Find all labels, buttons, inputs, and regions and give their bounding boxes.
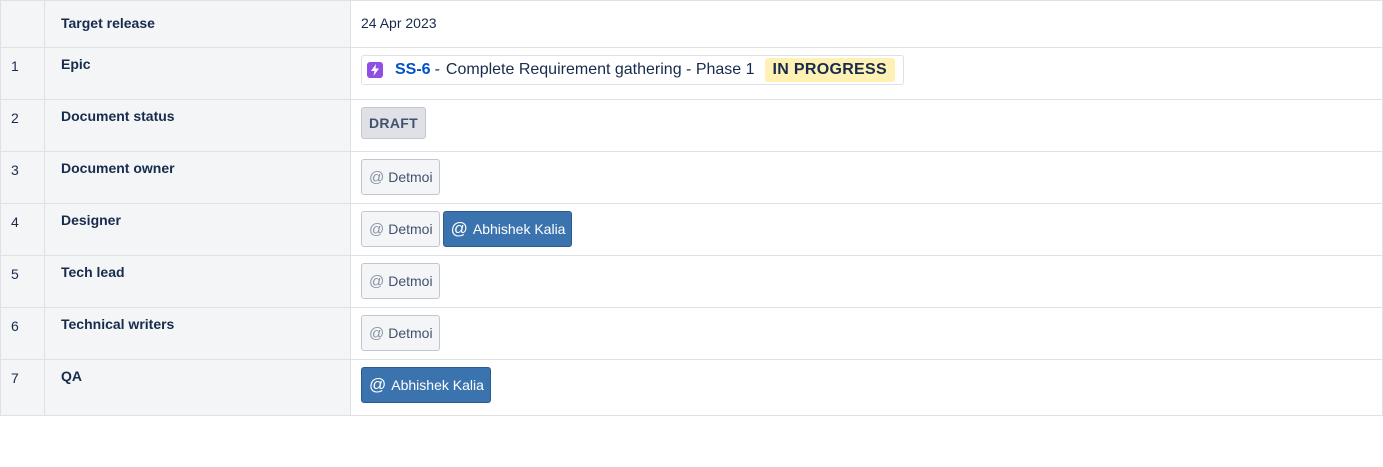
row-key-qa: QA bbox=[44, 359, 351, 416]
table-row-qa: 7 QA @ Abhishek Kalia bbox=[0, 359, 1383, 416]
row-key-tech-lead: Tech lead bbox=[44, 255, 351, 308]
lightning-icon bbox=[367, 62, 383, 78]
row-number: 1 bbox=[0, 47, 45, 100]
user-mention-abhishek-kalia[interactable]: @ Abhishek Kalia bbox=[442, 211, 573, 247]
table-row-document-owner: 3 Document owner @ Detmoi bbox=[0, 151, 1383, 204]
mention-name: Abhishek Kalia bbox=[472, 221, 566, 237]
at-icon: @ bbox=[369, 272, 385, 290]
table-row-technical-writers: 6 Technical writers @ Detmoi bbox=[0, 307, 1383, 360]
at-icon: @ bbox=[369, 324, 385, 342]
mention-name: Detmoi bbox=[388, 169, 433, 185]
user-mention-detmoi[interactable]: @ Detmoi bbox=[361, 263, 440, 299]
row-key-target-release: Target release bbox=[44, 0, 351, 48]
table-row-designer: 4 Designer @ Detmoi @ Abhishek Kalia bbox=[0, 203, 1383, 256]
row-number: 4 bbox=[0, 203, 45, 256]
tech-lead-cell: @ Detmoi bbox=[350, 255, 1383, 308]
document-owner-cell: @ Detmoi bbox=[350, 151, 1383, 204]
table-row-epic: 1 Epic SS-6 - Complete Requirement gathe… bbox=[0, 47, 1383, 100]
mention-name: Abhishek Kalia bbox=[391, 377, 484, 393]
at-icon: @ bbox=[369, 168, 385, 186]
table-row-document-status: 2 Document status DRAFT bbox=[0, 99, 1383, 152]
mention-name: Detmoi bbox=[388, 273, 433, 289]
epic-value-cell: SS-6 - Complete Requirement gathering - … bbox=[350, 47, 1383, 100]
user-mention-detmoi[interactable]: @ Detmoi bbox=[361, 315, 440, 351]
user-mention-detmoi[interactable]: @ Detmoi bbox=[361, 211, 440, 247]
technical-writers-cell: @ Detmoi bbox=[350, 307, 1383, 360]
jira-epic-macro[interactable]: SS-6 - Complete Requirement gathering - … bbox=[361, 55, 904, 85]
row-key-technical-writers: Technical writers bbox=[44, 307, 351, 360]
designer-cell: @ Detmoi @ Abhishek Kalia bbox=[350, 203, 1383, 256]
epic-separator: - bbox=[434, 61, 440, 78]
row-number: 2 bbox=[0, 99, 45, 152]
mention-name: Detmoi bbox=[388, 221, 433, 237]
qa-cell: @ Abhishek Kalia bbox=[350, 359, 1383, 416]
epic-summary: Complete Requirement gathering - Phase 1 bbox=[445, 61, 755, 78]
table-row-target-release: Target release 24 Apr 2023 bbox=[0, 0, 1383, 48]
user-mention-abhishek-kalia[interactable]: @ Abhishek Kalia bbox=[361, 367, 491, 403]
mention-name: Detmoi bbox=[388, 325, 433, 341]
table-row-tech-lead: 5 Tech lead @ Detmoi bbox=[0, 255, 1383, 308]
row-number: 7 bbox=[0, 359, 45, 416]
requirements-table: Target release 24 Apr 2023 1 Epic SS-6 -… bbox=[0, 0, 1383, 416]
user-mention-detmoi[interactable]: @ Detmoi bbox=[361, 159, 440, 195]
row-number bbox=[0, 0, 45, 48]
epic-key-link[interactable]: SS-6 bbox=[395, 61, 431, 79]
row-key-epic: Epic bbox=[44, 47, 351, 100]
target-release-value: 24 Apr 2023 bbox=[350, 0, 1383, 48]
row-key-document-status: Document status bbox=[44, 99, 351, 152]
row-number: 6 bbox=[0, 307, 45, 360]
row-number: 5 bbox=[0, 255, 45, 308]
row-number: 3 bbox=[0, 151, 45, 204]
at-icon: @ bbox=[369, 375, 387, 394]
at-icon: @ bbox=[450, 219, 468, 238]
row-key-document-owner: Document owner bbox=[44, 151, 351, 204]
document-status-cell: DRAFT bbox=[350, 99, 1383, 152]
at-icon: @ bbox=[369, 220, 385, 238]
status-badge-in-progress: IN PROGRESS bbox=[764, 58, 895, 82]
row-key-designer: Designer bbox=[44, 203, 351, 256]
status-badge-draft: DRAFT bbox=[361, 107, 426, 139]
